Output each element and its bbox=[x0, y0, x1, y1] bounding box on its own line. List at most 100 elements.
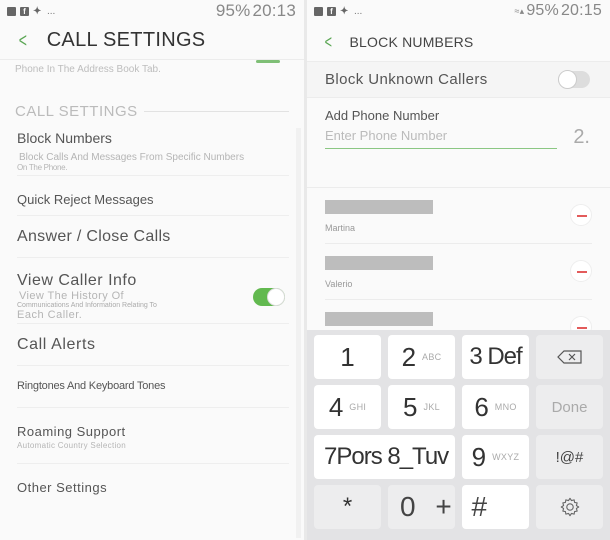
key-2[interactable]: 2 ABC bbox=[388, 335, 455, 379]
partial-toggle[interactable] bbox=[256, 60, 280, 63]
key-digit: 3 Def bbox=[469, 343, 522, 370]
setting-other-settings[interactable]: Other Settings bbox=[17, 464, 289, 504]
key-letters: ABC bbox=[422, 352, 442, 362]
block-unknown-label: Block Unknown Callers bbox=[325, 71, 488, 88]
remove-icon[interactable] bbox=[570, 260, 592, 282]
twitter-icon: ✦ bbox=[33, 5, 42, 17]
setting-title: Ringtones And Keyboard Tones bbox=[17, 380, 166, 392]
key-letters: MNO bbox=[494, 402, 517, 412]
key-letters: GHI bbox=[349, 402, 367, 412]
done-button[interactable]: Done bbox=[536, 385, 603, 429]
setting-title: Other Settings bbox=[17, 480, 108, 495]
setting-call-alerts[interactable]: Call Alerts bbox=[17, 324, 289, 366]
key-letters: WXYZ bbox=[492, 452, 520, 462]
setting-title: Quick Reject Messages bbox=[17, 192, 154, 207]
gallery-icon bbox=[314, 6, 323, 16]
setting-title: Call Alerts bbox=[17, 336, 96, 353]
setting-title: View Caller Info bbox=[17, 272, 137, 289]
status-bar: f ✦ ... ≈▴ 95% 20:15 bbox=[307, 0, 610, 22]
done-label: Done bbox=[551, 398, 588, 416]
clock: 20:15 bbox=[560, 2, 602, 19]
key-star[interactable]: * bbox=[314, 485, 381, 529]
setting-title: Block Numbers bbox=[17, 130, 112, 146]
key-digit: 4 bbox=[328, 391, 344, 422]
setting-ringtones[interactable]: Ringtones And Keyboard Tones bbox=[17, 366, 289, 408]
clock: 20:13 bbox=[252, 1, 296, 20]
setting-subtitle: Each Caller. bbox=[17, 309, 83, 321]
status-bar: f ✦ ... 95% 20:13 bbox=[0, 0, 304, 22]
setting-subtitle: Block Calls And Messages From Specific N… bbox=[19, 152, 245, 163]
contact-name: Martina bbox=[325, 223, 592, 233]
wifi-signal-icon: ≈▴ bbox=[514, 5, 525, 16]
keyboard-settings-button[interactable] bbox=[536, 485, 603, 529]
twitter-icon: ✦ bbox=[340, 5, 349, 17]
setting-title: Answer / Close Calls bbox=[17, 228, 171, 245]
chevron-left-icon[interactable]: < bbox=[19, 31, 27, 51]
blocked-number-item: Valerio bbox=[325, 244, 592, 300]
divider bbox=[143, 110, 289, 112]
toggle-knob bbox=[558, 70, 577, 89]
setting-subtitle: Communications And Information Relating … bbox=[17, 302, 157, 309]
key-digit: 6 bbox=[474, 391, 489, 422]
key-digit: * bbox=[342, 493, 353, 520]
page-title: CALL SETTINGS bbox=[46, 29, 206, 51]
residual-description: Phone In The Address Book Tab. bbox=[15, 64, 161, 75]
chevron-left-icon[interactable]: < bbox=[325, 33, 332, 51]
setting-quick-reject-messages[interactable]: Quick Reject Messages bbox=[17, 176, 289, 216]
key-6[interactable]: 6 MNO bbox=[462, 385, 529, 429]
redacted-number bbox=[325, 256, 433, 270]
remove-icon[interactable] bbox=[570, 204, 592, 226]
symbols-button[interactable]: !@# bbox=[536, 435, 603, 479]
key-9[interactable]: 9 WXYZ bbox=[462, 435, 529, 479]
setting-block-numbers[interactable]: Block Numbers Block Calls And Messages F… bbox=[17, 124, 289, 176]
setting-subtitle: On The Phone. bbox=[17, 163, 68, 172]
key-digit: 1 bbox=[340, 341, 355, 372]
redacted-number bbox=[325, 200, 433, 214]
key-3[interactable]: 3 Def bbox=[462, 335, 529, 379]
setting-roaming-support[interactable]: Roaming Support Automatic Country Select… bbox=[17, 408, 289, 464]
settings-list: Block Numbers Block Calls And Messages F… bbox=[0, 124, 304, 504]
key-digit: 9 bbox=[471, 441, 487, 472]
block-numbers-screen: f ✦ ... ≈▴ 95% 20:15 < BLOCK NUMBERS Blo… bbox=[307, 0, 610, 540]
block-unknown-toggle[interactable] bbox=[558, 70, 590, 89]
key-4[interactable]: 4 GHI bbox=[314, 385, 381, 429]
facebook-icon: f bbox=[327, 6, 336, 16]
key-digit: 0 + # bbox=[400, 491, 494, 522]
block-unknown-callers-row[interactable]: Block Unknown Callers bbox=[307, 62, 610, 98]
symbols-label: !@# bbox=[555, 448, 584, 466]
scrollbar[interactable] bbox=[296, 128, 301, 538]
key-letters: JKL bbox=[423, 402, 440, 412]
contacts-count[interactable]: 2. bbox=[573, 126, 590, 149]
section-header: CALL SETTINGS bbox=[0, 84, 304, 124]
add-phone-number-section: Add Phone Number 2. bbox=[307, 98, 610, 188]
more-notifications: ... bbox=[47, 5, 56, 17]
page-title: BLOCK NUMBERS bbox=[349, 33, 474, 50]
key-digit: 2 bbox=[401, 341, 417, 372]
key-0-plus-hash[interactable]: 0 + # bbox=[388, 485, 529, 529]
gear-icon bbox=[560, 497, 579, 517]
setting-answer-close-calls[interactable]: Answer / Close Calls bbox=[17, 216, 289, 258]
call-settings-screen: f ✦ ... 95% 20:13 < CALL SETTINGS Phone … bbox=[0, 0, 304, 540]
key-5[interactable]: 5 JKL bbox=[388, 385, 455, 429]
add-number-label: Add Phone Number bbox=[325, 108, 440, 123]
key-digit: 7Pors 8_Tuv bbox=[324, 443, 449, 470]
battery-level: 95% bbox=[526, 2, 559, 19]
key-7-8[interactable]: 7Pors 8_Tuv bbox=[314, 435, 455, 479]
section-title: CALL SETTINGS bbox=[15, 102, 138, 120]
gallery-icon bbox=[7, 6, 16, 16]
more-notifications: ... bbox=[354, 5, 363, 17]
backspace-button[interactable] bbox=[536, 335, 603, 379]
redacted-number bbox=[325, 312, 433, 326]
key-1[interactable]: 1 bbox=[314, 335, 381, 379]
caller-info-toggle[interactable] bbox=[253, 288, 285, 306]
facebook-icon: f bbox=[20, 6, 29, 16]
phone-number-input[interactable] bbox=[325, 126, 558, 149]
setting-view-caller-info[interactable]: View Caller Info View The History Of Com… bbox=[17, 258, 289, 324]
setting-subtitle: View The History Of bbox=[19, 290, 125, 302]
key-digit: 5 bbox=[403, 391, 418, 422]
battery-level: 95% bbox=[215, 1, 251, 20]
setting-subtitle: Automatic Country Selection bbox=[17, 441, 127, 450]
toggle-knob bbox=[267, 288, 285, 306]
app-bar: < BLOCK NUMBERS bbox=[307, 22, 610, 62]
contact-name-text: Valerio bbox=[325, 279, 353, 289]
